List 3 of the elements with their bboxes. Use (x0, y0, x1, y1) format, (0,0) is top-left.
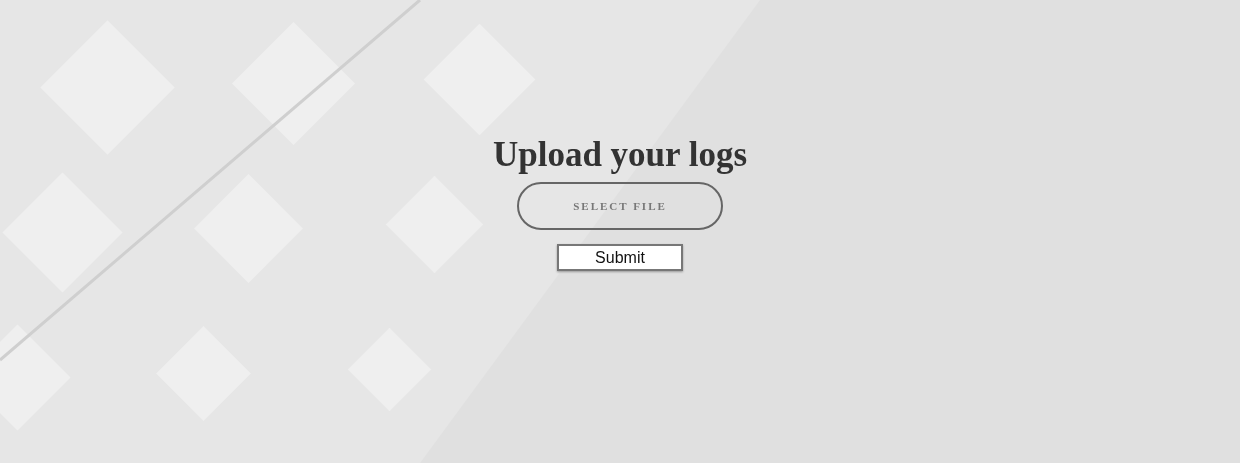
submit-button[interactable]: Submit (557, 244, 683, 271)
select-file-button[interactable]: SELECT FILE (517, 182, 723, 230)
page-heading: Upload your logs (492, 134, 748, 176)
